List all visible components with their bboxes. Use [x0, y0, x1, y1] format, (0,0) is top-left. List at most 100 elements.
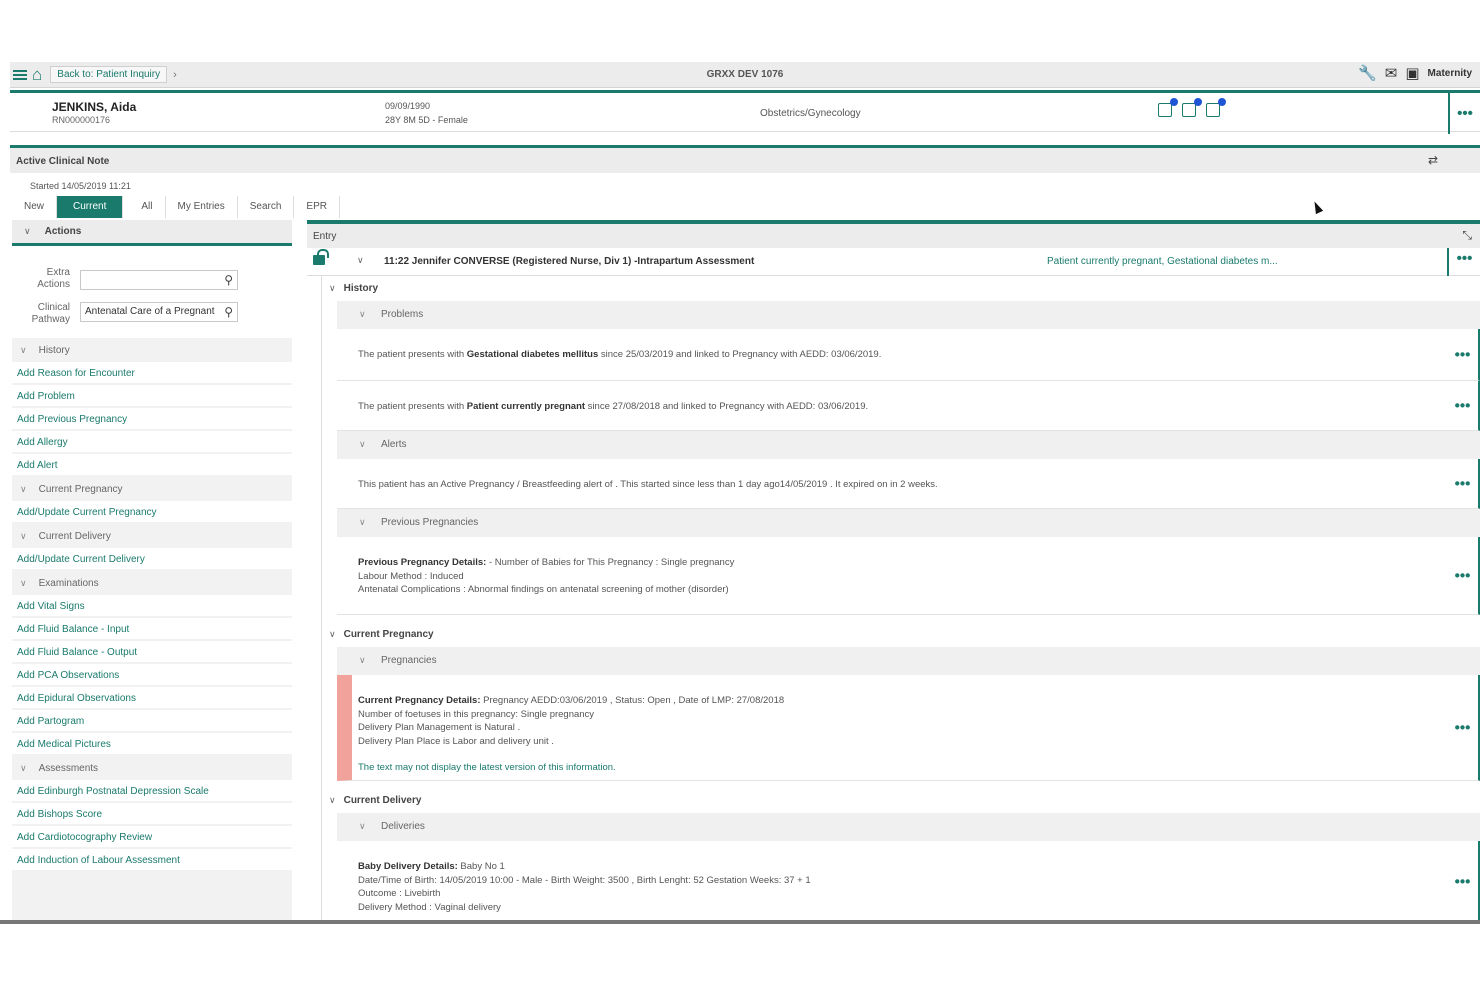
action-add-alert[interactable]: Add Alert: [12, 454, 292, 477]
problem-card: The patient presents with Patient curren…: [337, 381, 1480, 431]
clinical-pathway-input[interactable]: Antenatal Care of a Pregnant ⚲: [80, 302, 238, 322]
current-pregnancy-text: Current Pregnancy Details: Pregnancy AED…: [358, 695, 785, 773]
chevron-down-icon: ∨: [359, 309, 366, 319]
action-add-edinburgh-postnatal-depression-scale[interactable]: Add Edinburgh Postnatal Depression Scale: [12, 780, 292, 803]
subsection-problems[interactable]: ∨ Problems: [337, 301, 1480, 329]
alert-text: This patient has an Active Pregnancy / B…: [358, 479, 938, 490]
chevron-down-icon: ∨: [20, 530, 27, 541]
mail-icon[interactable]: ✉: [1385, 66, 1398, 81]
subsection-deliveries[interactable]: ∨ Deliveries: [337, 813, 1480, 841]
group-history[interactable]: ∨ History: [12, 338, 292, 362]
actions-title: Actions: [44, 226, 82, 237]
group-examinations[interactable]: ∨ Examinations: [12, 571, 292, 595]
chevron-down-icon: ∨: [20, 577, 27, 588]
chevron-down-icon: ∨: [20, 344, 27, 355]
patient-name[interactable]: JENKINS, Aida: [52, 100, 136, 114]
chevron-right-icon[interactable]: ›: [173, 69, 177, 81]
action-add-allergy[interactable]: Add Allergy: [12, 431, 292, 454]
alert-more-button[interactable]: •••: [1447, 475, 1478, 492]
tab-my-entries[interactable]: My Entries: [166, 196, 238, 218]
actions-header[interactable]: ∨ Actions: [12, 220, 292, 246]
search-icon[interactable]: ⚲: [224, 273, 233, 287]
section-history[interactable]: ∨ History: [329, 283, 378, 294]
patient-dob: 09/09/1990: [385, 101, 431, 111]
problem-card: The patient presents with Gestational di…: [337, 329, 1480, 381]
group-assessments[interactable]: ∨ Assessments: [12, 756, 292, 780]
entry-bar: Entry ⤡: [307, 224, 1480, 248]
search-icon[interactable]: ⚲: [224, 305, 233, 319]
group-current-pregnancy[interactable]: ∨ Current Pregnancy: [12, 477, 292, 501]
clipboard-icon[interactable]: [1158, 98, 1178, 117]
section-label: History: [343, 283, 379, 294]
action-add-induction-of-labour-assessment[interactable]: Add Induction of Labour Assessment: [12, 849, 292, 872]
group-title: Assessments: [38, 762, 99, 774]
section-current-pregnancy[interactable]: ∨ Current Pregnancy: [329, 629, 434, 640]
problem-more-button[interactable]: •••: [1447, 397, 1478, 414]
subsection-previous-pregnancies[interactable]: ∨ Previous Pregnancies: [337, 509, 1480, 537]
delivery-text: Baby Delivery Details: Baby No 1 Date/Ti…: [358, 861, 811, 913]
problem-more-button[interactable]: •••: [1447, 346, 1478, 363]
action-add-update-current-pregnancy[interactable]: Add/Update Current Pregnancy: [12, 501, 292, 524]
group-title: History: [38, 344, 70, 356]
action-add-epidural-observations[interactable]: Add Epidural Observations: [12, 687, 292, 710]
problem-text: The patient presents with Patient curren…: [358, 401, 869, 412]
action-add-problem[interactable]: Add Problem: [12, 385, 292, 408]
tree-guide-line: [321, 276, 322, 920]
note-started-time: Started 14/05/2019 11:21: [30, 181, 131, 191]
chevron-down-icon[interactable]: ∨: [357, 255, 364, 266]
note-entry-row[interactable]: ∨ 11:22 Jennifer CONVERSE (Registered Nu…: [307, 248, 1480, 276]
action-add-previous-pregnancy[interactable]: Add Previous Pregnancy: [12, 408, 292, 431]
delivery-more-button[interactable]: •••: [1447, 873, 1478, 890]
action-add-fluid-balance-output[interactable]: Add Fluid Balance - Output: [12, 641, 292, 664]
subsection-label: Deliveries: [381, 821, 425, 832]
tab-epr[interactable]: EPR: [294, 196, 340, 218]
patient-more-button[interactable]: •••: [1448, 93, 1480, 134]
action-add-update-current-delivery[interactable]: Add/Update Current Delivery: [12, 548, 292, 571]
note-more-button[interactable]: •••: [1447, 248, 1480, 276]
chevron-down-icon: ∨: [359, 655, 366, 665]
subsection-alerts[interactable]: ∨ Alerts: [337, 431, 1480, 459]
back-to-patient-inquiry-link[interactable]: Back to: Patient Inquiry: [50, 66, 168, 83]
actions-panel: ∨ Actions Extra Actions ⚲ Clinical Pathw…: [12, 220, 292, 920]
tab-all[interactable]: All: [129, 196, 166, 218]
action-add-vital-signs[interactable]: Add Vital Signs: [12, 595, 292, 618]
expand-icon[interactable]: ⤡: [1462, 228, 1472, 243]
document-icon[interactable]: [1182, 98, 1202, 117]
section-current-delivery[interactable]: ∨ Current Delivery: [329, 795, 421, 806]
unlock-icon[interactable]: [313, 249, 329, 265]
group-title: Current Pregnancy: [38, 483, 123, 495]
delivery-card: Baby Delivery Details: Baby No 1 Date/Ti…: [337, 841, 1480, 920]
action-add-reason-for-encounter[interactable]: Add Reason for Encounter: [12, 362, 292, 385]
bottom-divider: [0, 920, 1480, 924]
maternity-context-button[interactable]: Maternity: [1428, 68, 1472, 79]
action-add-cardiotocography-review[interactable]: Add Cardiotocography Review: [12, 826, 292, 849]
active-clinical-note-bar: Active Clinical Note ⇄: [10, 145, 1480, 173]
note-tabs: New Current All My Entries Search EPR: [12, 196, 340, 218]
current-pregnancy-more-button[interactable]: •••: [1447, 719, 1478, 736]
home-icon[interactable]: ⌂: [32, 66, 42, 83]
top-navigation-bar: ⌂ Back to: Patient Inquiry › GRXX DEV 10…: [10, 62, 1480, 88]
patient-mrn: RN000000176: [52, 115, 111, 125]
system-title: GRXX DEV 1076: [706, 69, 784, 80]
wrench-icon[interactable]: 🔧: [1358, 66, 1377, 81]
extra-actions-input[interactable]: ⚲: [80, 270, 238, 290]
subsection-pregnancies[interactable]: ∨ Pregnancies: [337, 647, 1480, 675]
patient-specialty: Obstetrics/Gynecology: [760, 108, 861, 119]
chart-icon[interactable]: [1206, 98, 1226, 117]
action-add-fluid-balance-input[interactable]: Add Fluid Balance - Input: [12, 618, 292, 641]
action-add-partogram[interactable]: Add Partogram: [12, 710, 292, 733]
action-add-pca-observations[interactable]: Add PCA Observations: [12, 664, 292, 687]
collapse-icon[interactable]: ⇄: [1428, 153, 1438, 167]
action-add-bishops-score[interactable]: Add Bishops Score: [12, 803, 292, 826]
person-card-icon[interactable]: ▣: [1405, 66, 1419, 81]
group-current-delivery[interactable]: ∨ Current Delivery: [12, 524, 292, 548]
action-add-medical-pictures[interactable]: Add Medical Pictures: [12, 733, 292, 756]
hamburger-menu-icon[interactable]: [13, 69, 27, 80]
tab-current[interactable]: Current: [57, 196, 124, 218]
note-entry-summary[interactable]: Patient currently pregnant, Gestational …: [1047, 256, 1278, 267]
chevron-down-icon: ∨: [329, 283, 336, 293]
previous-pregnancy-more-button[interactable]: •••: [1447, 567, 1478, 584]
tab-new[interactable]: New: [12, 196, 58, 218]
tab-search[interactable]: Search: [238, 196, 295, 218]
extra-actions-label: Extra Actions: [37, 267, 70, 290]
